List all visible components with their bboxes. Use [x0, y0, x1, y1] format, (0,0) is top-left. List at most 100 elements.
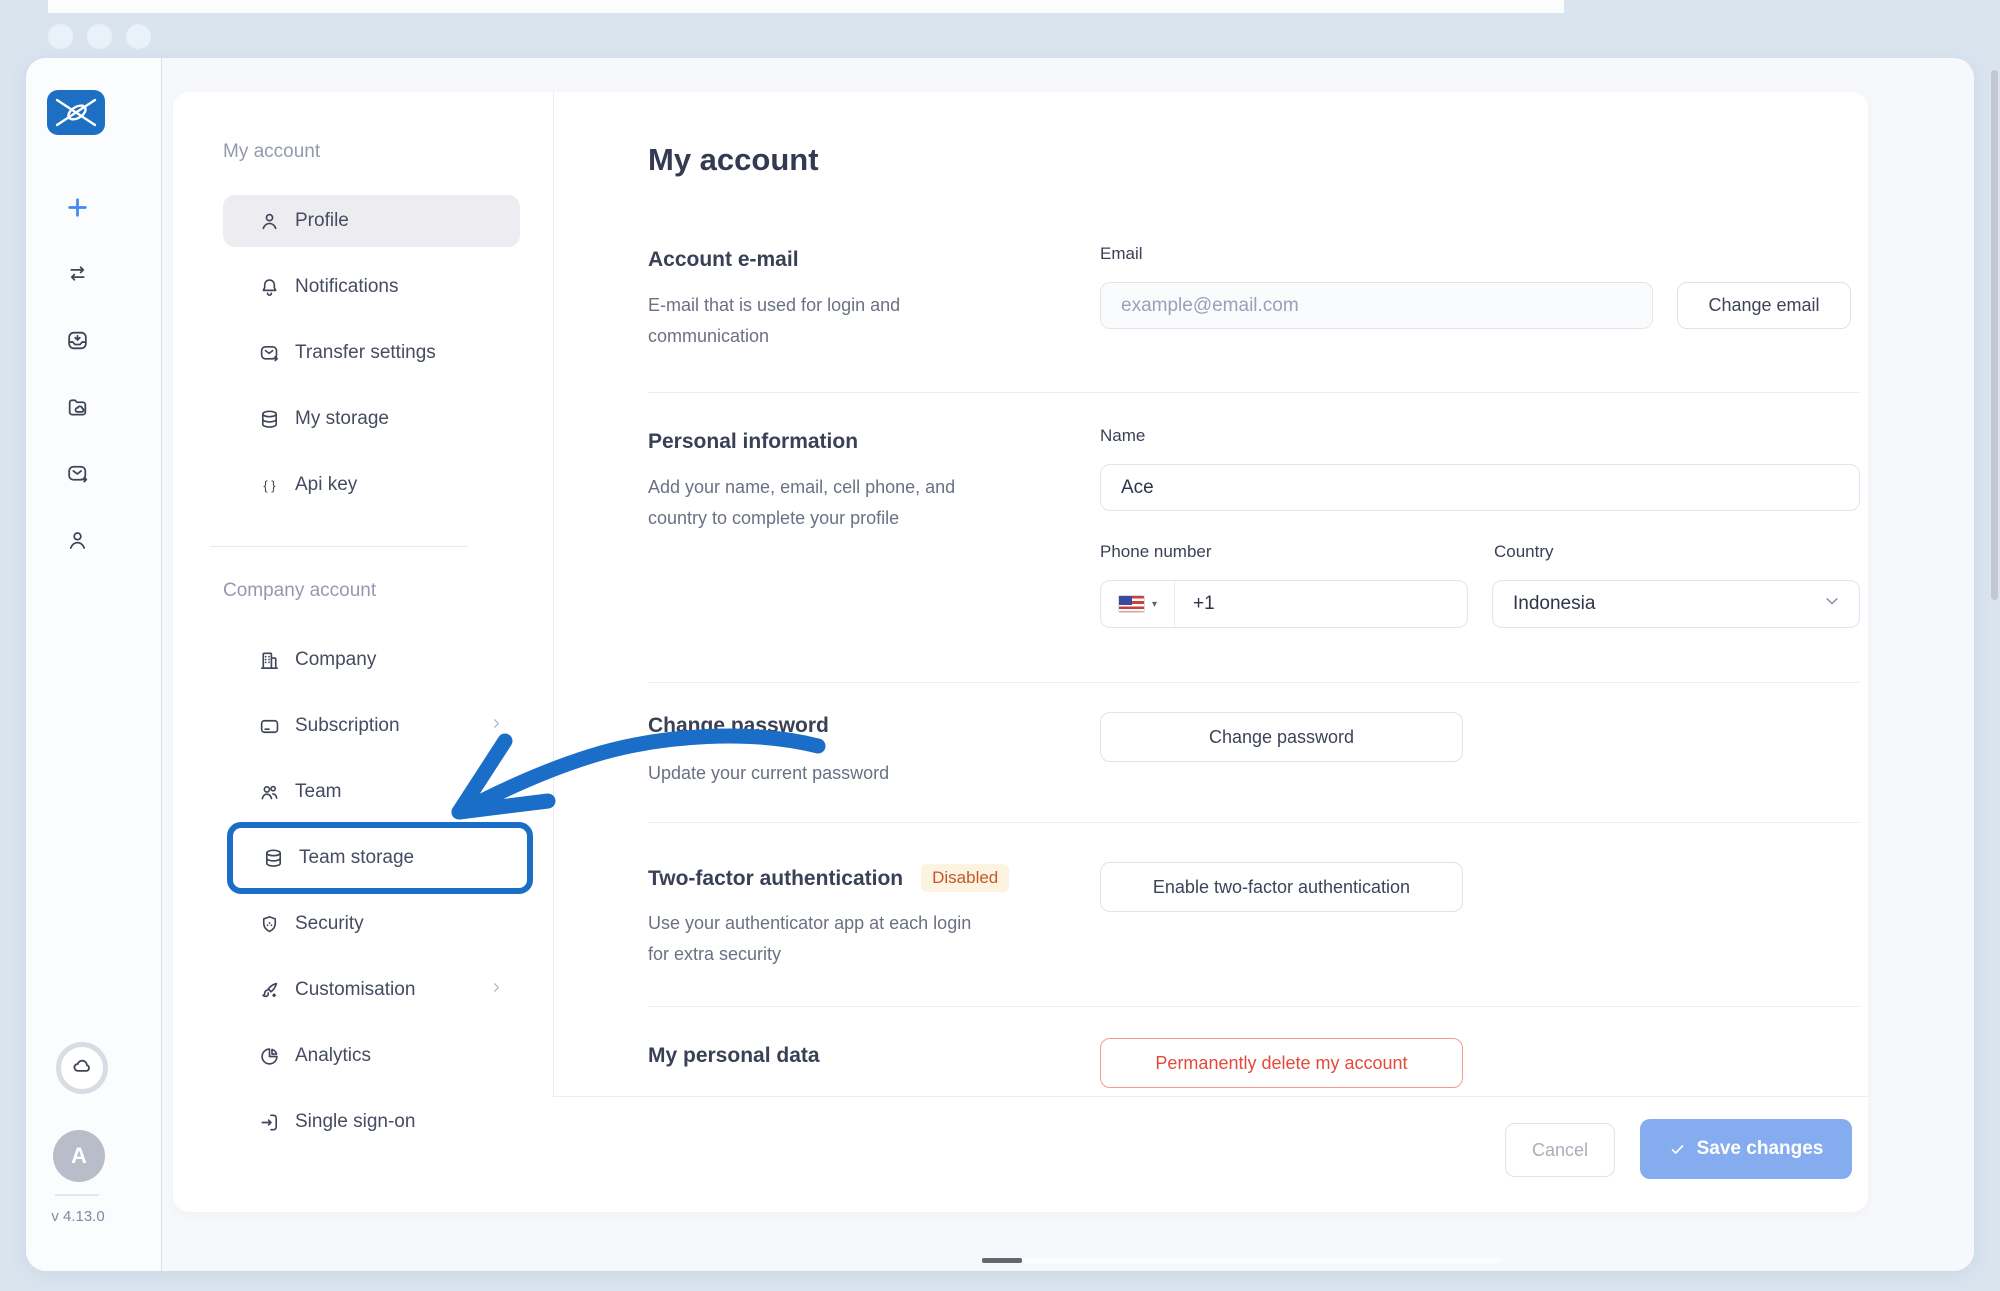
team-icon [258, 781, 281, 804]
brush-icon [258, 979, 281, 1002]
braces-icon: { } [258, 474, 281, 497]
section-heading-change-password: Change password [648, 714, 829, 738]
sidebar-item-my-storage[interactable]: My storage [223, 393, 520, 445]
chevron-right-icon [489, 715, 504, 737]
divider [648, 392, 1860, 393]
divider [648, 822, 1860, 823]
section-desc: Add your name, email, cell phone, and co… [648, 472, 998, 534]
country-code-dropdown[interactable]: ▾ [1101, 581, 1175, 627]
save-changes-button[interactable]: Save changes [1640, 1119, 1852, 1179]
sidebar-item-label: Security [295, 913, 364, 935]
shield-icon [258, 913, 281, 936]
sidebar-item-profile[interactable]: Profile [223, 195, 520, 247]
phone-input[interactable]: ▾ +1 [1100, 580, 1468, 628]
sidebar-item-label: Company [295, 649, 376, 671]
sidebar-item-api-key[interactable]: { } Api key [223, 459, 520, 511]
avatar[interactable]: A [53, 1130, 105, 1182]
user-icon [65, 528, 90, 553]
rail-folder-cloud-button[interactable] [26, 395, 129, 420]
envelope-arrow-icon [258, 342, 281, 365]
two-factor-heading-text: Two-factor authentication [648, 867, 903, 890]
sidebar-section-header: My account [223, 138, 553, 166]
folder-cloud-icon [65, 395, 90, 420]
divider [55, 1194, 99, 1196]
page-title: My account [648, 142, 819, 178]
change-email-button[interactable]: Change email [1677, 282, 1851, 329]
building-icon [258, 649, 281, 672]
sidebar-item-label: Transfer settings [295, 342, 436, 364]
window-control-dot [126, 24, 151, 49]
sidebar-item-security[interactable]: Security [223, 898, 520, 950]
cloud-status-button[interactable] [56, 1042, 108, 1094]
sidebar-item-notifications[interactable]: Notifications [223, 261, 520, 313]
delete-account-button[interactable]: Permanently delete my account [1100, 1038, 1463, 1088]
app-version: v 4.13.0 [26, 1208, 130, 1225]
change-password-button[interactable]: Change password [1100, 712, 1463, 762]
settings-card: My account Profile Notifications Transfe… [173, 92, 1868, 1212]
section-desc: Update your current password [648, 758, 1028, 789]
email-input[interactable] [1100, 282, 1653, 329]
section-desc: E-mail that is used for login and commun… [648, 290, 948, 352]
sidebar-section-header: Company account [223, 577, 553, 605]
rail-plus-button[interactable] [26, 195, 129, 220]
transfer-arrows-icon [65, 261, 90, 286]
database-icon [258, 408, 281, 431]
status-badge-disabled: Disabled [921, 864, 1009, 892]
section-desc: Use your authenticator app at each login… [648, 908, 978, 970]
sidebar-item-company[interactable]: Company [223, 634, 520, 686]
phone-prefix: +1 [1175, 593, 1215, 615]
divider [648, 682, 1860, 683]
sidebar-item-label: Single sign-on [295, 1111, 415, 1133]
divider [648, 1006, 1860, 1007]
divider [210, 546, 468, 547]
database-icon [262, 847, 285, 870]
rail-user-button[interactable] [26, 528, 129, 553]
section-heading-account-email: Account e-mail [648, 248, 799, 272]
app-window: A v 4.13.0 My account Profile Notificati… [26, 58, 1974, 1271]
vertical-scrollbar[interactable] [1991, 70, 1998, 600]
svg-text:{ }: { } [263, 477, 276, 492]
settings-sidebar: My account Profile Notifications Transfe… [173, 92, 553, 1212]
sidebar-item-single-sign-on[interactable]: Single sign-on [223, 1096, 520, 1148]
sidebar-item-team[interactable]: Team [223, 766, 520, 818]
bell-icon [258, 276, 281, 299]
pie-chart-icon [258, 1045, 281, 1068]
email-label: Email [1100, 244, 1143, 264]
country-label: Country [1494, 542, 1554, 562]
sidebar-item-subscription[interactable]: Subscription [223, 700, 520, 752]
cancel-button[interactable]: Cancel [1505, 1123, 1615, 1177]
sidebar-item-label: Subscription [295, 715, 400, 737]
credit-card-icon [258, 715, 281, 738]
send-envelope-icon [65, 461, 90, 486]
country-select[interactable]: Indonesia [1492, 580, 1860, 628]
sidebar-item-label: Api key [295, 474, 357, 496]
rail-transfer-arrows-button[interactable] [26, 261, 129, 286]
country-value: Indonesia [1513, 593, 1595, 615]
sidebar-item-label: My storage [295, 408, 389, 430]
user-icon [258, 210, 281, 233]
horizontal-scrollbar-track [982, 1258, 1502, 1263]
rail-send-envelope-button[interactable] [26, 461, 129, 486]
sidebar-item-customisation[interactable]: Customisation [223, 964, 520, 1016]
sidebar-item-label: Analytics [295, 1045, 371, 1067]
sign-in-icon [258, 1111, 281, 1134]
plus-icon [65, 195, 90, 220]
chevron-right-icon [489, 979, 504, 1001]
app-logo-icon[interactable] [47, 90, 105, 135]
sidebar-item-transfer-settings[interactable]: Transfer settings [223, 327, 520, 379]
inbox-download-icon [65, 328, 90, 353]
rail-inbox-download-button[interactable] [26, 328, 129, 353]
enable-two-factor-button[interactable]: Enable two-factor authentication [1100, 862, 1463, 912]
sidebar-item-label: Profile [295, 210, 349, 232]
section-heading-personal-info: Personal information [648, 430, 858, 454]
chevron-down-icon [1823, 592, 1841, 616]
section-heading-two-factor: Two-factor authentication Disabled [648, 864, 1009, 892]
horizontal-scrollbar-thumb[interactable] [982, 1258, 1022, 1263]
sidebar-item-team-storage[interactable]: Team storage [227, 822, 533, 894]
check-icon [1669, 1141, 1686, 1158]
name-input[interactable] [1100, 464, 1860, 511]
window-control-dot [48, 24, 73, 49]
sidebar-item-analytics[interactable]: Analytics [223, 1030, 520, 1082]
caret-down-icon: ▾ [1152, 599, 1157, 610]
cloud-icon [69, 1053, 95, 1084]
